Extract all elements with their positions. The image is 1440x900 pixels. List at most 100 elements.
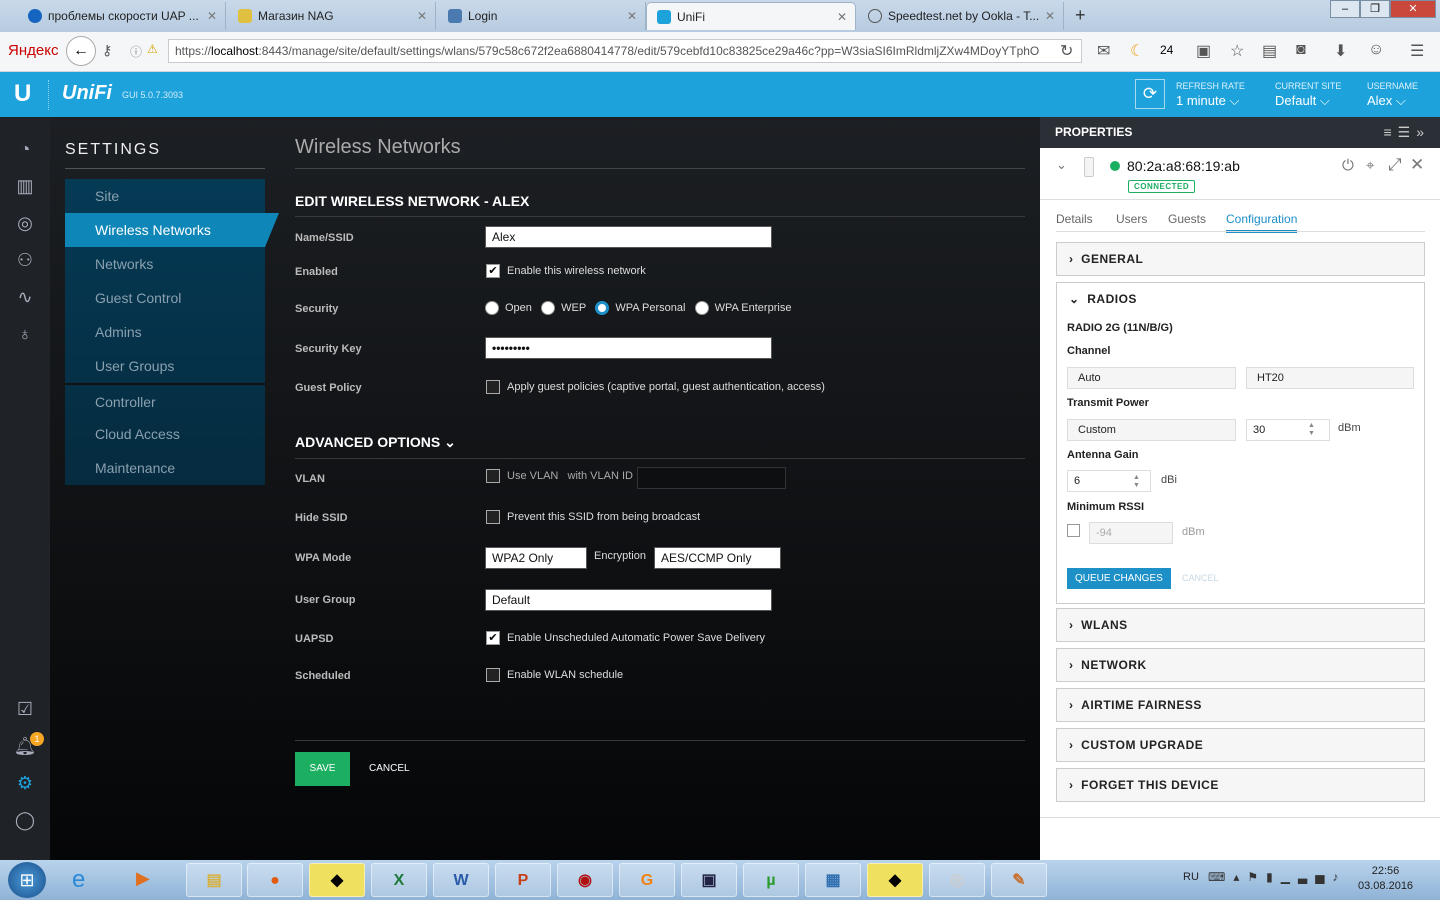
user-group-select[interactable]: Default	[485, 589, 772, 611]
collapse-panel-icon[interactable]: »	[1416, 124, 1430, 140]
transmit-power-input[interactable]: 30	[1246, 419, 1330, 441]
tab-nag-shop[interactable]: Магазин NAG ✕	[228, 2, 436, 30]
tab-configuration[interactable]: Configuration	[1226, 212, 1298, 233]
excel-icon[interactable]: X	[371, 863, 427, 897]
clock[interactable]: 22:56 03.08.2016	[1358, 865, 1413, 892]
forget-device-section[interactable]: › FORGET THIS DEVICE	[1056, 768, 1425, 802]
transmit-power-select[interactable]: Custom	[1067, 419, 1236, 441]
encryption-select[interactable]: AES/CCMP Only	[654, 547, 781, 569]
menu-item-guest-control[interactable]: Guest Control	[65, 281, 265, 315]
radios-header[interactable]: ⌄ RADIOS	[1069, 292, 1137, 306]
control-panel-icon[interactable]: ▦	[805, 863, 861, 897]
reload-icon[interactable]: ↻	[1060, 41, 1073, 61]
wlans-section[interactable]: › WLANS	[1056, 608, 1425, 642]
tab-guests[interactable]: Guests	[1168, 212, 1206, 226]
back-button[interactable]: ←	[66, 36, 96, 66]
tab-details[interactable]: Details	[1056, 212, 1093, 226]
expand-icon[interactable]: ⤢	[1388, 155, 1402, 175]
start-button[interactable]: ⊞	[8, 862, 46, 898]
menu-item-wireless-networks[interactable]: Wireless Networks	[65, 213, 279, 247]
tab-speedtest[interactable]: Speedtest.net by Ookla - T... ✕	[858, 2, 1064, 30]
menu-item-controller[interactable]: Controller	[65, 383, 265, 417]
cancel-button[interactable]: CANCEL	[369, 763, 410, 774]
chat-icon[interactable]: ◯	[13, 808, 37, 832]
events-icon[interactable]: ☑	[13, 697, 37, 721]
download-icon[interactable]: ⬇	[1334, 41, 1347, 61]
refresh-rate-select[interactable]: REFRESH RATE 1 minute ⌵	[1176, 81, 1245, 109]
channel-select[interactable]: Auto	[1067, 367, 1236, 389]
tab-login[interactable]: Login ✕	[438, 2, 646, 30]
batch-icon-2[interactable]: ◆	[867, 863, 923, 897]
airtime-fairness-section[interactable]: › AIRTIME FAIRNESS	[1056, 688, 1425, 722]
batch-icon[interactable]: ◆	[309, 863, 365, 897]
refresh-button[interactable]: ⟳	[1135, 79, 1165, 109]
advanced-options-toggle[interactable]: ADVANCED OPTIONS ⌄	[295, 434, 456, 451]
statistics-icon[interactable]: ∿	[13, 285, 37, 309]
maximize-button[interactable]: ❐	[1360, 0, 1390, 18]
explorer-icon[interactable]: ▤	[186, 863, 242, 897]
username-select[interactable]: USERNAME Alex ⌵	[1367, 81, 1418, 109]
power-icon[interactable]: ▮	[1266, 870, 1281, 884]
minimum-rssi-checkbox[interactable]	[1067, 524, 1080, 537]
menu-item-maintenance[interactable]: Maintenance	[65, 451, 265, 485]
minimum-rssi-input[interactable]: -94	[1089, 522, 1173, 544]
menu-item-networks[interactable]: Networks	[65, 247, 265, 281]
yandex-logo[interactable]: Яндекс	[8, 42, 58, 59]
volume-icon[interactable]: ♪	[1332, 870, 1346, 884]
network-section[interactable]: › NETWORK	[1056, 648, 1425, 682]
current-site-select[interactable]: CURRENT SITE Default ⌵	[1275, 81, 1341, 109]
paint-icon[interactable]: ✎	[991, 863, 1047, 897]
menu-item-user-groups[interactable]: User Groups	[65, 349, 265, 383]
security-wep-radio[interactable]: WEP	[541, 301, 586, 315]
close-icon[interactable]: ✕	[1410, 155, 1424, 175]
dashboard-icon[interactable]: ◔	[13, 137, 37, 161]
security-open-radio[interactable]: Open	[485, 301, 532, 315]
ssid-input[interactable]: Alex	[485, 226, 772, 248]
utorrent-icon[interactable]: µ	[743, 863, 799, 897]
tab-unifi[interactable]: UniFi ✕	[646, 2, 856, 30]
remote-desktop-icon[interactable]: ▣	[681, 863, 737, 897]
pocket-icon[interactable]: ◙	[1296, 41, 1306, 59]
uapsd-checkbox[interactable]: ✔	[486, 631, 500, 645]
menu-item-admins[interactable]: Admins	[65, 315, 265, 349]
chevron-down-icon[interactable]: ⌄	[1056, 157, 1067, 173]
info-icon[interactable]: ⓘ	[130, 43, 142, 60]
map-icon[interactable]: ▥	[13, 174, 37, 198]
close-tab-icon[interactable]: ✕	[1045, 9, 1055, 23]
restart-icon[interactable]: ⏻	[1342, 157, 1354, 174]
powerpoint-icon[interactable]: P	[495, 863, 551, 897]
security-wpa-enterprise-radio[interactable]: WPA Enterprise	[694, 301, 791, 315]
minimize-button[interactable]: ‒	[1330, 0, 1360, 18]
hide-ssid-checkbox[interactable]	[486, 510, 500, 524]
tab-uap-speed[interactable]: проблемы скорости UAP ... ✕	[18, 2, 226, 30]
tab-users[interactable]: Users	[1116, 212, 1147, 226]
flag-icon[interactable]: ⚑	[1247, 870, 1266, 884]
weather-temp[interactable]: 24	[1160, 43, 1173, 57]
url-input[interactable]: https://localhost:8443/manage/site/defau…	[168, 39, 1082, 63]
cancel-changes-button[interactable]: CANCEL	[1182, 573, 1219, 583]
smiley-icon[interactable]: ☺	[1368, 41, 1384, 59]
vlan-id-input[interactable]	[637, 467, 786, 489]
devices-icon[interactable]: ◎	[13, 211, 37, 235]
clients-icon[interactable]: ⚇	[13, 248, 37, 272]
network-signal-icon[interactable]: ▁▃▅	[1281, 870, 1333, 884]
key-icon[interactable]: ⚷	[102, 42, 112, 59]
scheduled-checkbox[interactable]	[486, 668, 500, 682]
sort-icon[interactable]: ≡	[1383, 124, 1397, 140]
reading-list-icon[interactable]: ▤	[1262, 41, 1277, 61]
vlan-checkbox[interactable]	[486, 469, 500, 483]
tray-expand-icon[interactable]: ▴	[1233, 870, 1247, 884]
close-tab-icon[interactable]: ✕	[207, 9, 217, 23]
channel-width-select[interactable]: HT20	[1246, 367, 1414, 389]
mail-icon[interactable]: ✉	[1097, 41, 1110, 61]
stepper-icon[interactable]: ▲ ▼	[1308, 422, 1315, 438]
settings-gear-icon[interactable]: ⚙	[13, 771, 37, 795]
extension-icon[interactable]: ▣	[1196, 41, 1211, 61]
general-section[interactable]: › GENERAL	[1056, 242, 1425, 276]
security-key-input[interactable]: •••••••••	[485, 337, 772, 359]
security-wpa-personal-radio[interactable]: WPA Personal	[595, 301, 685, 315]
language-indicator[interactable]: RU	[1183, 871, 1199, 883]
media-player-icon[interactable]: ▶	[136, 868, 150, 889]
camera-app-icon[interactable]: ◉	[557, 863, 613, 897]
locate-icon[interactable]: ⌖	[1366, 157, 1374, 174]
